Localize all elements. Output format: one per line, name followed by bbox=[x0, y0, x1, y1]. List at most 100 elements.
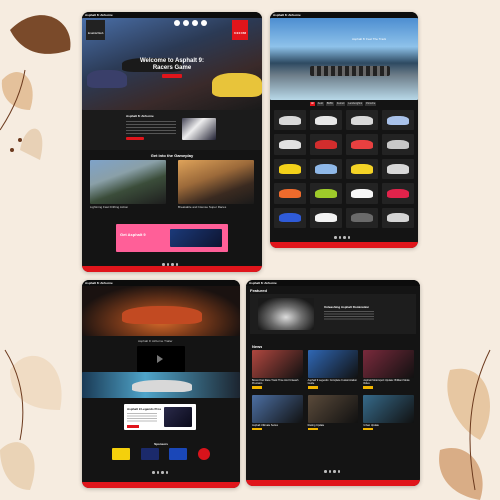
info-card: Asphalt 9 Legends Pros bbox=[124, 404, 196, 430]
logo-box[interactable]: EnableWeb bbox=[86, 20, 106, 40]
news-title: Asphalt Motorsport Update: Brilliant Mod… bbox=[363, 379, 410, 385]
news-item[interactable]: Boost Your Race Track Time And Unleash P… bbox=[252, 350, 303, 389]
trophy-icon[interactable] bbox=[174, 20, 180, 26]
homepage-card: Asphalt 8: Airborne EnableWeb 0:24:158 W… bbox=[82, 12, 262, 272]
car-tile[interactable] bbox=[346, 134, 378, 155]
brand-name[interactable]: Asphalt 8: Airborne bbox=[273, 13, 301, 17]
news-title: Racing Update bbox=[307, 423, 325, 427]
sponsor-pepsi[interactable] bbox=[169, 448, 188, 460]
youtube-icon[interactable] bbox=[347, 236, 350, 239]
filter-tab-ferrari[interactable]: Ferrari bbox=[335, 102, 346, 106]
gameplay-left-caption: Lightning Fast Drifting Action bbox=[90, 206, 129, 209]
car-thumbnail bbox=[350, 188, 374, 198]
about-read-more-button[interactable] bbox=[126, 137, 144, 140]
news-item[interactable]: Asphalt Ultimate Series bbox=[252, 394, 303, 430]
car-tile[interactable] bbox=[346, 110, 378, 131]
car-tile[interactable] bbox=[274, 207, 306, 228]
car-tile[interactable] bbox=[346, 183, 378, 204]
twitter-icon[interactable] bbox=[156, 471, 159, 474]
footer-red-bar bbox=[82, 266, 262, 272]
car-grid bbox=[274, 110, 414, 228]
footer-red-bar bbox=[246, 480, 420, 486]
car-tile[interactable] bbox=[274, 158, 306, 180]
car-tile[interactable] bbox=[346, 207, 378, 228]
car-tile[interactable] bbox=[382, 110, 414, 131]
about-text bbox=[126, 121, 176, 135]
about-title: Asphalt 8: Airborne bbox=[126, 115, 154, 118]
car-thumbnail bbox=[386, 164, 410, 174]
facebook-icon[interactable] bbox=[324, 470, 327, 473]
youtube-icon[interactable] bbox=[337, 470, 340, 473]
read-more-button[interactable] bbox=[307, 386, 318, 389]
news-thumbnail bbox=[252, 394, 303, 423]
twitter-icon[interactable] bbox=[338, 236, 341, 239]
car-thumbnail bbox=[386, 115, 410, 125]
car-tile[interactable] bbox=[310, 207, 342, 228]
sponsor-shell[interactable] bbox=[112, 448, 130, 460]
read-more-button[interactable] bbox=[363, 427, 374, 430]
car-thumbnail bbox=[350, 115, 374, 125]
facebook-icon[interactable] bbox=[152, 471, 155, 474]
twitter-icon[interactable] bbox=[328, 470, 331, 473]
sponsor-coca-cola[interactable] bbox=[197, 448, 210, 460]
brand-name[interactable]: Asphalt 8: Airborne bbox=[249, 281, 277, 285]
brand-name[interactable]: Asphalt 8: Airborne bbox=[85, 13, 113, 17]
car-tile[interactable] bbox=[310, 183, 342, 204]
gear-icon[interactable] bbox=[201, 20, 207, 26]
facebook-icon[interactable] bbox=[334, 236, 337, 239]
car-tile[interactable] bbox=[310, 134, 342, 155]
filter-tab-porsche[interactable]: Porsche bbox=[365, 102, 377, 106]
news-item[interactable]: Asphalt 9 Legends: Complete Customizatio… bbox=[307, 350, 359, 389]
news-title: Urban Update bbox=[363, 423, 379, 427]
hero-title: Welcome to Asphalt 9: bbox=[139, 58, 204, 64]
car-tile[interactable] bbox=[346, 158, 378, 180]
sponsor-redbull[interactable] bbox=[140, 448, 159, 460]
info-card-button[interactable] bbox=[127, 425, 139, 428]
youtube-icon[interactable] bbox=[165, 471, 168, 474]
news-item[interactable]: Racing Update bbox=[307, 394, 359, 430]
play-icon[interactable] bbox=[157, 355, 163, 363]
filter-tab-lamborghini[interactable]: Lamborghini bbox=[347, 102, 364, 106]
car-thumbnail bbox=[278, 115, 302, 125]
instagram-icon[interactable] bbox=[343, 236, 346, 239]
car-thumbnail bbox=[278, 213, 302, 223]
read-more-button[interactable] bbox=[363, 386, 374, 389]
car-tile[interactable] bbox=[274, 110, 306, 131]
video-player[interactable] bbox=[137, 346, 185, 372]
car-tile[interactable] bbox=[382, 134, 414, 155]
promo-banner[interactable]: Get Asphalt 9 bbox=[116, 224, 228, 252]
car-thumbnail bbox=[314, 115, 338, 125]
hero-subtitle: Racers Game bbox=[152, 65, 192, 71]
filter-tab-all[interactable]: All bbox=[310, 102, 315, 106]
car-tile[interactable] bbox=[310, 110, 342, 131]
info-card-title: Asphalt 9 Legends Pros bbox=[127, 408, 162, 411]
medal-icon[interactable] bbox=[183, 20, 189, 26]
filter-tab-bmw[interactable]: BMW bbox=[325, 102, 334, 106]
car-tile[interactable] bbox=[274, 134, 306, 155]
car-tile[interactable] bbox=[382, 207, 414, 228]
hud-icons bbox=[174, 20, 207, 26]
car-thumbnail bbox=[314, 164, 338, 174]
news-item[interactable]: Urban Update bbox=[363, 394, 414, 430]
brand-name[interactable]: Asphalt 8: Airborne bbox=[85, 281, 113, 285]
read-more-button[interactable] bbox=[307, 427, 318, 430]
instagram-icon[interactable] bbox=[333, 470, 336, 473]
hero-cta-button[interactable] bbox=[162, 74, 182, 78]
footer-red-bar bbox=[270, 242, 418, 248]
steering-wheel-icon[interactable] bbox=[192, 20, 198, 26]
news-nav: Asphalt 8: Airborne bbox=[246, 280, 420, 286]
car-tile[interactable] bbox=[382, 183, 414, 204]
filter-tab-audi[interactable]: Audi bbox=[316, 102, 324, 106]
sponsors-row bbox=[112, 448, 210, 460]
instagram-icon[interactable] bbox=[161, 471, 164, 474]
car-tile[interactable] bbox=[382, 158, 414, 180]
car-thumbnail bbox=[350, 164, 374, 174]
read-more-button[interactable] bbox=[252, 427, 262, 430]
news-item[interactable]: Asphalt Motorsport Update: Brilliant Mod… bbox=[363, 350, 414, 389]
footer-red-bar bbox=[82, 482, 240, 488]
read-more-button[interactable] bbox=[252, 386, 262, 389]
footer-social-icons bbox=[324, 470, 340, 473]
car-tile[interactable] bbox=[310, 158, 342, 180]
car-tile[interactable] bbox=[274, 183, 306, 204]
promo-image bbox=[170, 229, 222, 247]
